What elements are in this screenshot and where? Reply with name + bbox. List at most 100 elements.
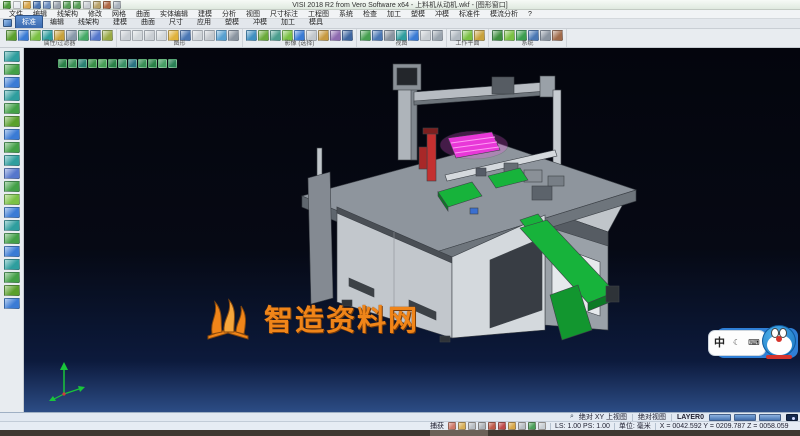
menu-item[interactable]: 冲模 [430, 10, 454, 19]
move-tool-icon[interactable] [4, 246, 20, 257]
calculator-icon[interactable] [492, 30, 503, 41]
print-icon[interactable] [53, 1, 61, 9]
solid-tool-icon[interactable] [4, 129, 20, 140]
select-window-icon[interactable] [258, 30, 269, 41]
layer-filter-icon[interactable] [6, 30, 17, 41]
invert-selection-icon[interactable] [318, 30, 329, 41]
shade-mode-icon[interactable] [192, 30, 203, 41]
extend-tool-icon[interactable] [4, 220, 20, 231]
fillet-tool-icon[interactable] [4, 181, 20, 192]
snap-grid-icon[interactable] [518, 422, 526, 430]
ribbon-tab[interactable]: 编辑 [43, 15, 71, 28]
active-layer-label[interactable]: LAYER0 [677, 414, 704, 421]
ime-language-toggle[interactable]: 中 [714, 338, 725, 348]
3d-viewport[interactable]: 智造资料网 中 ☾ ⌨ [24, 48, 800, 412]
open-file-icon[interactable] [23, 1, 31, 9]
zoom-all-icon[interactable] [132, 30, 143, 41]
revolve-tool-icon[interactable] [4, 155, 20, 166]
database-icon[interactable] [516, 30, 527, 41]
ime-keyboard-icon[interactable]: ⌨ [748, 339, 760, 347]
hidden-line-icon[interactable] [216, 30, 227, 41]
ribbon-tab[interactable]: 标准 [15, 15, 43, 28]
highlight-icon[interactable] [342, 30, 353, 41]
undo-icon[interactable] [63, 1, 71, 9]
ribbon-tab[interactable]: 线架构 [71, 15, 106, 28]
view-split-icon[interactable] [432, 30, 443, 41]
point-tool-icon[interactable] [4, 51, 20, 62]
select-face-icon[interactable] [282, 30, 293, 41]
chamfer-tool-icon[interactable] [4, 194, 20, 205]
ribbon-tab[interactable]: 建模 [106, 15, 134, 28]
search-icon[interactable]: ⌕ [570, 413, 574, 421]
snap-mid-icon[interactable] [458, 422, 466, 430]
ribbon-home-icon[interactable] [3, 19, 12, 27]
ribbon-tab[interactable]: 应用 [190, 15, 218, 28]
curve-tool-icon[interactable] [4, 103, 20, 114]
visibility-filter-icon[interactable] [54, 30, 65, 41]
pin-icon[interactable] [103, 1, 111, 9]
layer-chip-3[interactable] [759, 414, 781, 421]
snap-intersection-icon[interactable] [488, 422, 496, 430]
select-all-icon[interactable] [246, 30, 257, 41]
auto-rotate-icon[interactable] [528, 422, 536, 430]
paste-icon[interactable] [93, 1, 101, 9]
ribbon-tab[interactable]: 加工 [274, 15, 302, 28]
save-all-icon[interactable] [43, 1, 51, 9]
menu-item[interactable]: 加工 [382, 10, 406, 19]
scale-status[interactable]: LS: 1.00 PS: 1.00 [555, 423, 610, 430]
surface-tool-icon[interactable] [4, 116, 20, 127]
line-tool-icon[interactable] [4, 64, 20, 75]
snap-point-icon[interactable] [448, 422, 456, 430]
arc-tool-icon[interactable] [4, 77, 20, 88]
entity-filter-icon[interactable] [42, 30, 53, 41]
menu-item[interactable]: 系统 [334, 10, 358, 19]
reset-filter-icon[interactable] [102, 30, 113, 41]
select-chain-icon[interactable] [270, 30, 281, 41]
options-icon[interactable] [528, 30, 539, 41]
layer-chip-2[interactable] [734, 414, 756, 421]
color-picker-chip[interactable] [786, 414, 798, 421]
menu-item[interactable]: 塑模 [406, 10, 430, 19]
rotate-tool-icon[interactable] [4, 259, 20, 270]
grid-cross-icon[interactable] [538, 422, 546, 430]
ime-toolbar[interactable]: 中 ☾ ⌨ [708, 324, 800, 364]
app-logo-icon[interactable] [3, 1, 11, 9]
machine-3d-model[interactable] [24, 48, 800, 412]
exit-icon[interactable] [552, 30, 563, 41]
layer-chip-1[interactable] [709, 414, 731, 421]
ime-pill[interactable]: 中 ☾ ⌨ [708, 330, 766, 356]
delete-tool-icon[interactable] [4, 298, 20, 309]
redo-icon[interactable] [73, 1, 81, 9]
workplane-xy-icon[interactable] [450, 30, 461, 41]
lock-filter-icon[interactable] [66, 30, 77, 41]
ribbon-tab[interactable]: 冲模 [246, 15, 274, 28]
tag-filter-icon[interactable] [90, 30, 101, 41]
copy-icon[interactable] [83, 1, 91, 9]
menu-item[interactable]: 检查 [358, 10, 382, 19]
sweep-tool-icon[interactable] [4, 168, 20, 179]
workplane-custom-icon[interactable] [474, 30, 485, 41]
info-icon[interactable] [540, 30, 551, 41]
extrude-tool-icon[interactable] [4, 142, 20, 153]
ribbon-tab[interactable]: 曲面 [134, 15, 162, 28]
menu-item[interactable]: ? [523, 10, 537, 19]
ime-moon-icon[interactable]: ☾ [733, 339, 740, 347]
ribbon-tab[interactable]: 塑模 [218, 15, 246, 28]
rotate-view-icon[interactable] [180, 30, 191, 41]
snap-quad-icon[interactable] [478, 422, 486, 430]
qat-dropdown-icon[interactable] [113, 1, 121, 9]
pan-icon[interactable] [168, 30, 179, 41]
perspective-icon[interactable] [228, 30, 239, 41]
redraw-icon[interactable] [120, 30, 131, 41]
view-top-icon[interactable] [360, 30, 371, 41]
macro-icon[interactable] [504, 30, 515, 41]
color-filter-icon[interactable] [18, 30, 29, 41]
view-fit-icon[interactable] [420, 30, 431, 41]
zoom-window-icon[interactable] [144, 30, 155, 41]
new-file-icon[interactable] [13, 1, 21, 9]
workplane-align-icon[interactable] [462, 30, 473, 41]
menu-item[interactable]: 模流分析 [485, 10, 523, 19]
select-body-icon[interactable] [294, 30, 305, 41]
menu-item[interactable]: 标准件 [454, 10, 485, 19]
mirror-tool-icon[interactable] [4, 233, 20, 244]
